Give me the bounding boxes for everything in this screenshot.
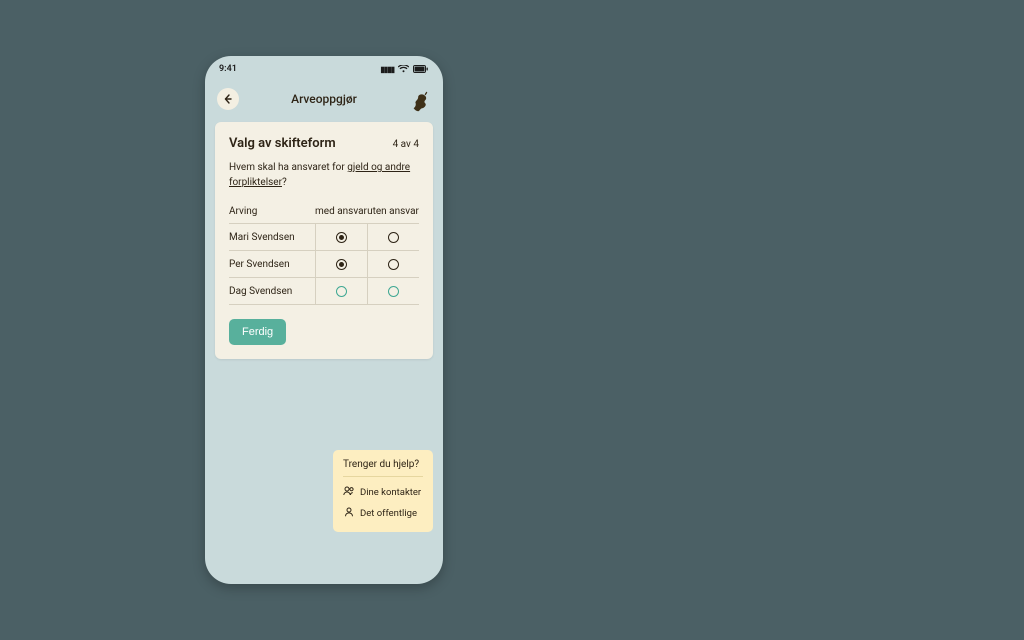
wifi-icon xyxy=(398,65,409,73)
table-header: Arving med ansvar uten ansvar xyxy=(229,206,419,223)
help-item[interactable]: Det offentlige xyxy=(343,505,423,522)
radio-cell xyxy=(315,278,367,304)
form-card: Valg av skifteform 4 av 4 Hvem skal ha a… xyxy=(215,122,433,359)
people-icon xyxy=(343,486,355,499)
col-header-without: uten ansvar xyxy=(367,206,419,217)
table-row: Mari Svendsen xyxy=(229,223,419,250)
col-header-with: med ansvar xyxy=(315,206,367,217)
norwegian-crest-icon xyxy=(409,86,431,112)
app-header: Arveoppgjør xyxy=(205,82,443,122)
status-time: 9:41 xyxy=(219,64,237,74)
done-button[interactable]: Ferdig xyxy=(229,319,286,345)
radio-without-responsibility[interactable] xyxy=(388,286,399,297)
radio-cell xyxy=(367,251,419,277)
arrow-left-icon xyxy=(223,94,233,104)
battery-icon xyxy=(413,65,429,73)
help-title: Trenger du hjelp? xyxy=(343,459,423,477)
radio-without-responsibility[interactable] xyxy=(388,232,399,243)
radio-with-responsibility[interactable] xyxy=(336,232,347,243)
card-header: Valg av skifteform 4 av 4 xyxy=(229,136,419,151)
card-title: Valg av skifteform xyxy=(229,136,336,151)
question-prefix: Hvem skal ha ansvaret for xyxy=(229,162,347,173)
radio-with-responsibility[interactable] xyxy=(336,259,347,270)
question-text: Hvem skal ha ansvaret for gjeld og andre… xyxy=(229,161,419,190)
table-row: Dag Svendsen xyxy=(229,277,419,305)
radio-cell xyxy=(315,251,367,277)
back-button[interactable] xyxy=(217,88,239,110)
radio-cell xyxy=(315,224,367,250)
help-item[interactable]: Dine kontakter xyxy=(343,484,423,501)
radio-cell xyxy=(367,278,419,304)
cellular-icon: ▮▮▮▮ xyxy=(380,65,394,74)
heir-name: Mari Svendsen xyxy=(229,232,315,243)
table-row: Per Svendsen xyxy=(229,250,419,277)
step-indicator: 4 av 4 xyxy=(393,139,419,150)
help-item-label: Dine kontakter xyxy=(360,487,421,498)
help-item-label: Det offentlige xyxy=(360,508,417,519)
phone-frame: 9:41 ▮▮▮▮ Arveoppgjør Valg av skifteform… xyxy=(205,56,443,584)
page-title: Arveoppgjør xyxy=(205,92,443,106)
radio-without-responsibility[interactable] xyxy=(388,259,399,270)
radio-with-responsibility[interactable] xyxy=(336,286,347,297)
person-icon xyxy=(343,507,355,520)
status-bar: 9:41 ▮▮▮▮ xyxy=(205,56,443,82)
col-header-name: Arving xyxy=(229,206,315,217)
heir-name: Dag Svendsen xyxy=(229,286,315,297)
question-suffix: ? xyxy=(282,177,287,188)
heir-name: Per Svendsen xyxy=(229,259,315,270)
radio-cell xyxy=(367,224,419,250)
heirs-table: Arving med ansvar uten ansvar Mari Svend… xyxy=(229,206,419,305)
status-indicators: ▮▮▮▮ xyxy=(380,65,429,74)
help-panel: Trenger du hjelp? Dine kontakter Det offe… xyxy=(333,450,433,532)
